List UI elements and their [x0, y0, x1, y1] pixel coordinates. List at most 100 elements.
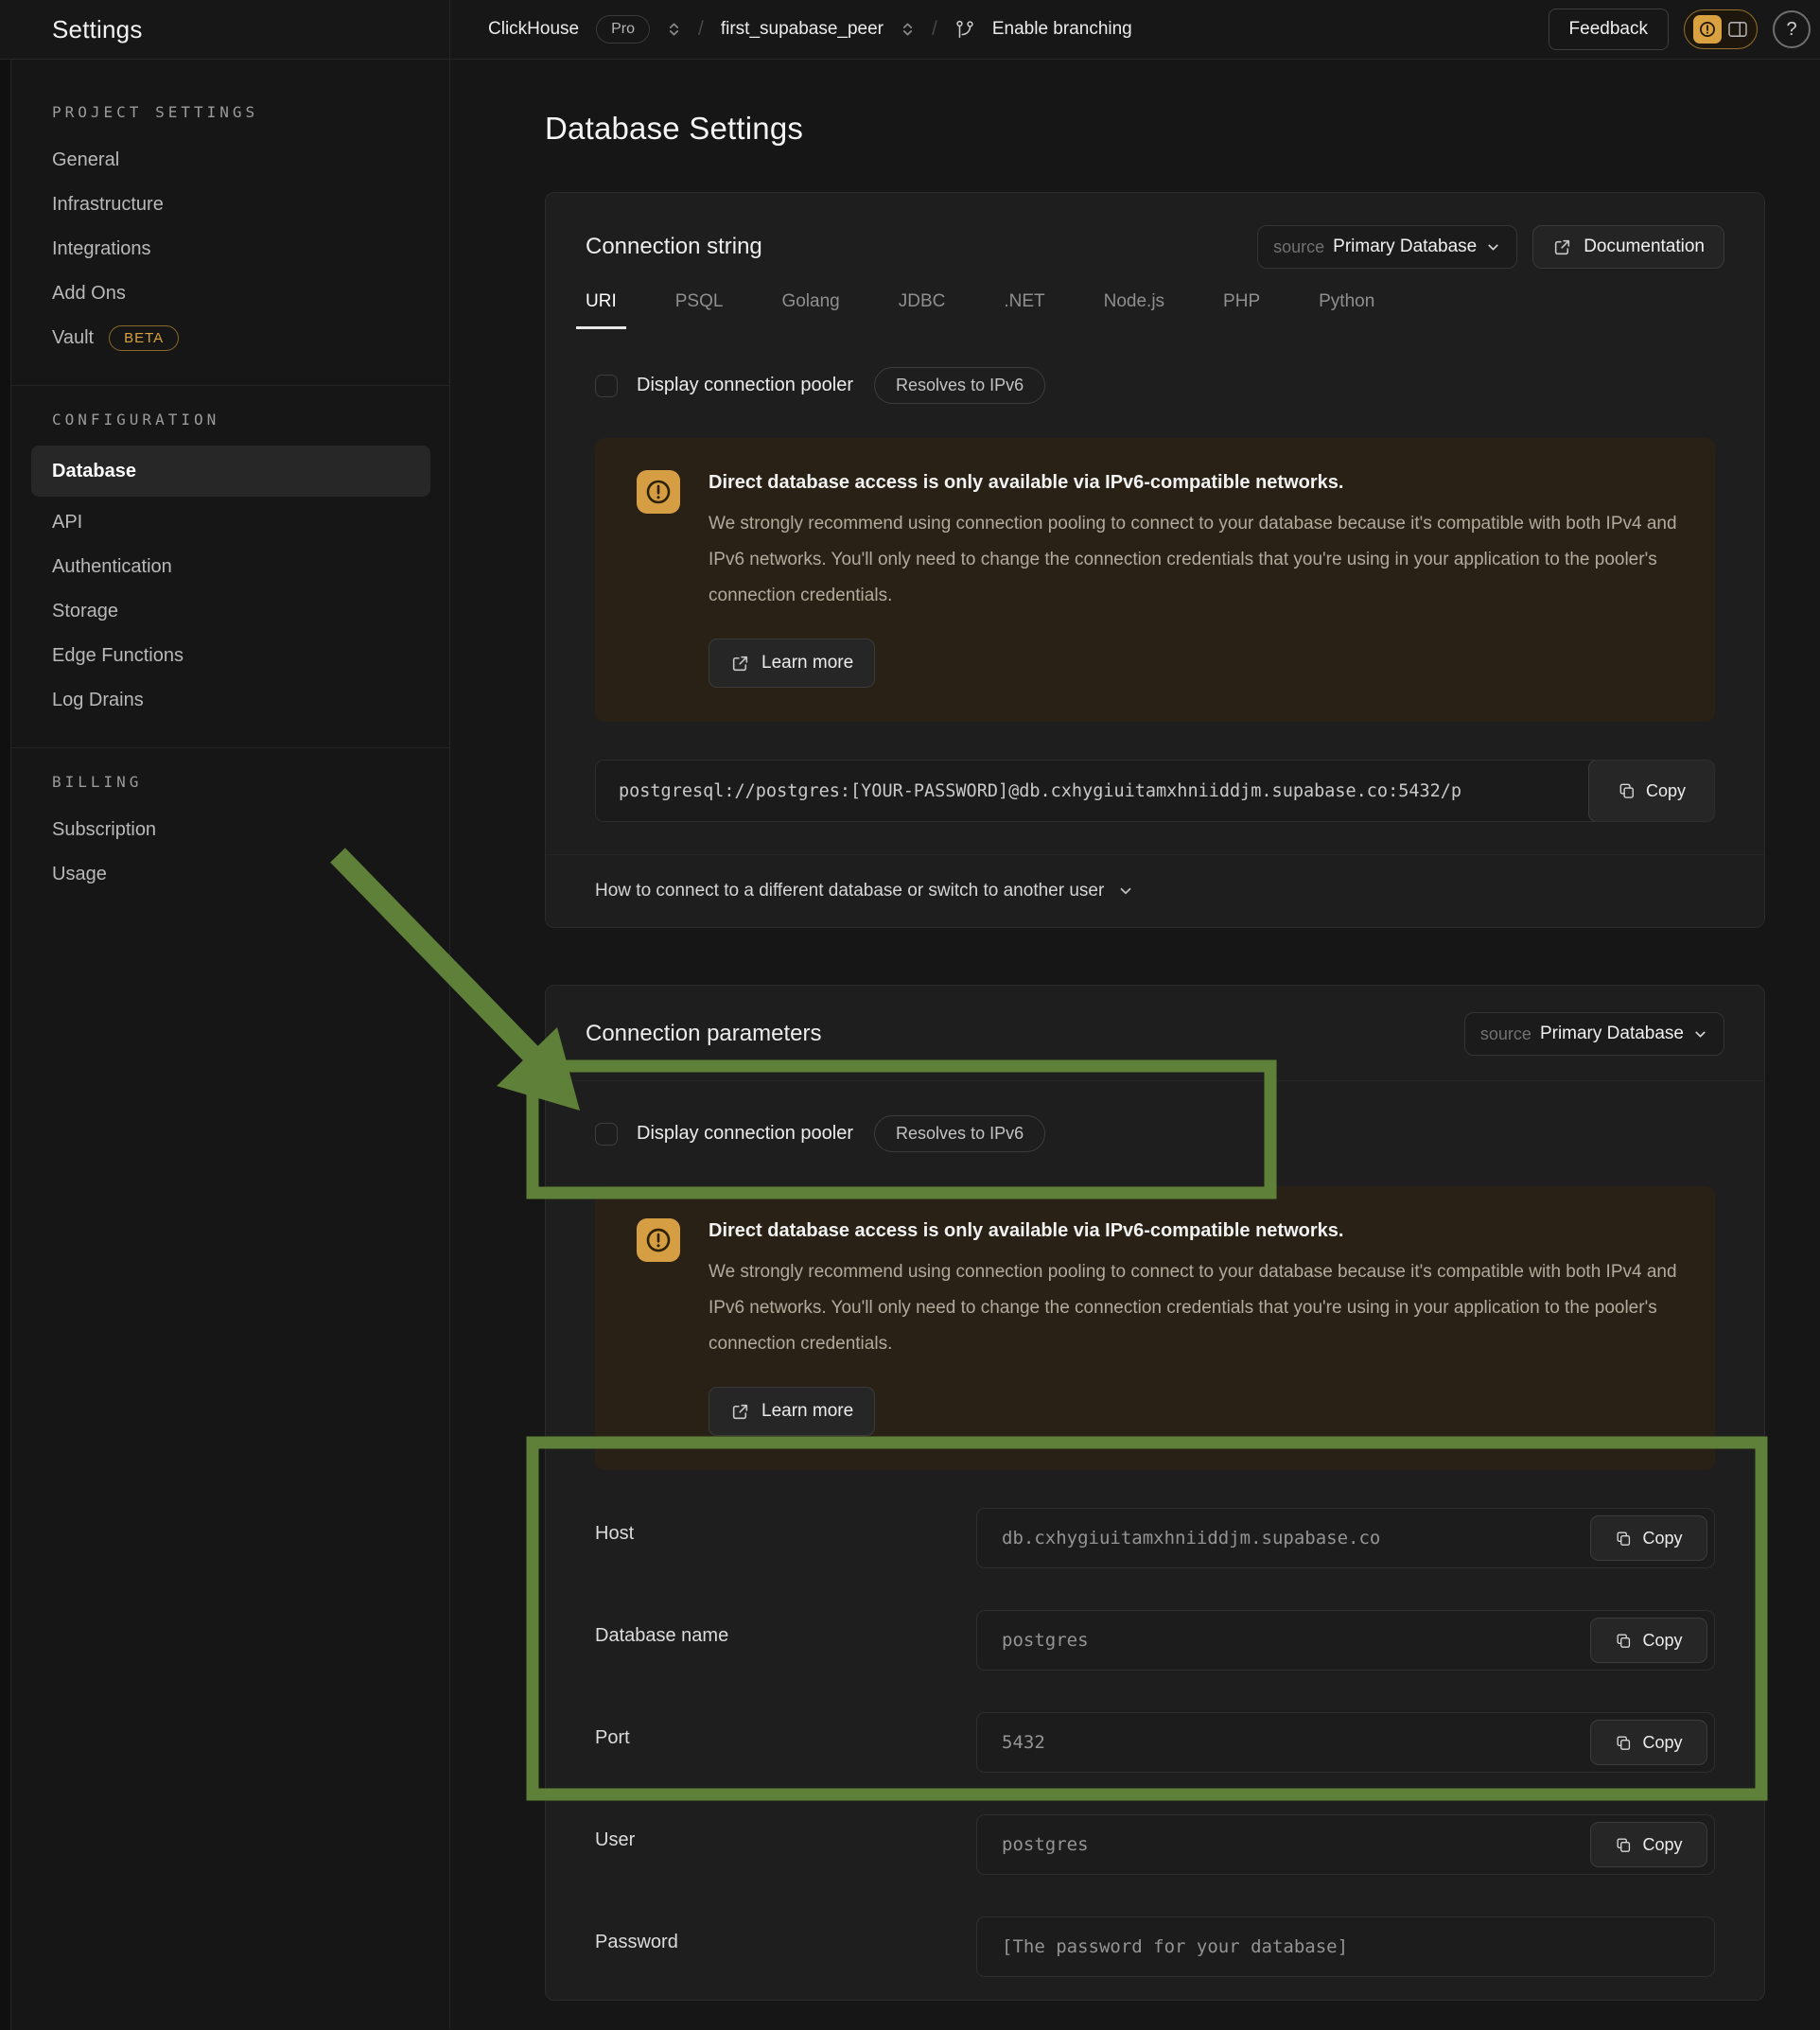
tab-psql[interactable]: PSQL: [666, 291, 733, 329]
alert-icon: [1693, 15, 1722, 44]
copy-host-button[interactable]: Copy: [1590, 1515, 1707, 1561]
page-section-title: Settings: [52, 15, 143, 44]
plan-badge: Pro: [596, 15, 650, 44]
display-connection-pooler-checkbox[interactable]: [595, 1123, 618, 1146]
documentation-button-label: Documentation: [1584, 236, 1705, 257]
user-input[interactable]: postgres Copy: [976, 1814, 1715, 1875]
sidebar-item-general[interactable]: General: [11, 138, 449, 183]
pooler-checkbox-label: Display connection pooler: [637, 1123, 853, 1145]
copy-icon: [1615, 1836, 1633, 1854]
chevron-up-down-icon[interactable]: [667, 20, 681, 39]
feedback-button[interactable]: Feedback: [1549, 9, 1669, 50]
breadcrumb: ClickHouse Pro / first_supabase_peer / E…: [450, 0, 1820, 59]
host-label: Host: [595, 1523, 976, 1545]
sidebar-section-header-configuration: CONFIGURATION: [52, 411, 449, 429]
copy-icon: [1615, 1530, 1633, 1548]
copy-icon: [1615, 1632, 1633, 1650]
tab-golang[interactable]: Golang: [772, 291, 849, 329]
sidebar-item-log-drains[interactable]: Log Drains: [11, 678, 449, 723]
sidebar-divider: [11, 385, 449, 386]
copy-port-button[interactable]: Copy: [1590, 1720, 1707, 1765]
ipv6-notice: Direct database access is only available…: [595, 1186, 1715, 1470]
password-placeholder: [The password for your database]: [1002, 1936, 1348, 1957]
password-input[interactable]: [The password for your database]: [976, 1916, 1715, 1977]
notice-content: Direct database access is only available…: [709, 470, 1677, 688]
copy-button-label: Copy: [1646, 781, 1686, 801]
settings-sidebar: PROJECT SETTINGS General Infrastructure …: [11, 60, 450, 2029]
port-value: 5432: [1002, 1732, 1045, 1753]
source-select-label: source: [1273, 237, 1324, 257]
sidebar-item-authentication[interactable]: Authentication: [11, 545, 449, 589]
panel-right-icon: [1727, 21, 1748, 38]
user-label: User: [595, 1829, 976, 1851]
user-field-row: User postgres Copy: [595, 1814, 1715, 1875]
chevron-up-down-icon[interactable]: [901, 20, 915, 39]
external-link-icon: [1552, 237, 1572, 257]
copy-icon: [1618, 781, 1636, 800]
notice-body: We strongly recommend using connection p…: [709, 1254, 1677, 1362]
git-branch-icon: [954, 19, 975, 40]
sidebar-item-edge-functions[interactable]: Edge Functions: [11, 634, 449, 678]
tab-uri[interactable]: URI: [576, 291, 626, 329]
connection-string-card: Connection string source Primary Databas…: [545, 192, 1765, 928]
sidebar-item-subscription[interactable]: Subscription: [11, 808, 449, 852]
tab-php[interactable]: PHP: [1214, 291, 1269, 329]
sidebar-item-integrations[interactable]: Integrations: [11, 227, 449, 271]
sidebar-item-storage[interactable]: Storage: [11, 589, 449, 634]
tab-python[interactable]: Python: [1309, 291, 1384, 329]
host-value: db.cxhygiuitamxhniiddjm.supabase.co: [1002, 1528, 1380, 1549]
source-select-value: Primary Database: [1540, 1024, 1684, 1044]
database-name-input[interactable]: postgres Copy: [976, 1610, 1715, 1671]
host-input[interactable]: db.cxhygiuitamxhniiddjm.supabase.co Copy: [976, 1508, 1715, 1568]
tab-nodejs[interactable]: Node.js: [1094, 291, 1174, 329]
breadcrumb-project[interactable]: first_supabase_peer: [721, 19, 884, 40]
copy-button-label: Copy: [1642, 1631, 1682, 1651]
connection-parameters-title: Connection parameters: [586, 1021, 821, 1047]
source-select-value: Primary Database: [1333, 236, 1477, 257]
sidebar-item-infrastructure[interactable]: Infrastructure: [11, 183, 449, 227]
connection-parameters-card: Connection parameters source Primary Dat…: [545, 985, 1765, 2001]
breadcrumb-separator: /: [932, 18, 937, 41]
user-value: postgres: [1002, 1834, 1089, 1855]
notice-content: Direct database access is only available…: [709, 1218, 1677, 1436]
tab-dotnet[interactable]: .NET: [994, 291, 1054, 329]
learn-more-button[interactable]: Learn more: [709, 1387, 875, 1436]
sidebar-section-header-project-settings: PROJECT SETTINGS: [52, 103, 449, 121]
breadcrumb-org[interactable]: ClickHouse: [488, 19, 579, 40]
connection-string-controls: source Primary Database Documentation: [1257, 225, 1724, 269]
copy-icon: [1615, 1734, 1633, 1752]
tab-jdbc[interactable]: JDBC: [889, 291, 955, 329]
display-connection-pooler-checkbox[interactable]: [595, 375, 618, 397]
help-icon[interactable]: ?: [1773, 10, 1811, 48]
source-select[interactable]: source Primary Database: [1257, 225, 1517, 269]
ipv6-notice: Direct database access is only available…: [595, 438, 1715, 722]
copy-user-button[interactable]: Copy: [1590, 1822, 1707, 1867]
source-select[interactable]: source Primary Database: [1464, 1012, 1724, 1056]
documentation-button[interactable]: Documentation: [1532, 225, 1724, 269]
learn-more-button[interactable]: Learn more: [709, 639, 875, 688]
sidebar-item-usage[interactable]: Usage: [11, 852, 449, 897]
connection-uri-field[interactable]: postgresql://postgres:[YOUR-PASSWORD]@db…: [595, 760, 1715, 822]
copy-uri-button[interactable]: Copy: [1588, 760, 1715, 822]
port-input[interactable]: 5432 Copy: [976, 1712, 1715, 1773]
enable-branching-button[interactable]: Enable branching: [992, 19, 1132, 40]
learn-more-label: Learn more: [761, 653, 853, 674]
copy-database-name-button[interactable]: Copy: [1590, 1618, 1707, 1663]
copy-button-label: Copy: [1642, 1733, 1682, 1753]
sidebar-item-database[interactable]: Database: [31, 446, 430, 497]
connection-string-title: Connection string: [586, 234, 762, 260]
project-status-button[interactable]: [1684, 9, 1758, 49]
pooler-row: Display connection pooler Resolves to IP…: [595, 367, 1715, 404]
warning-icon: [637, 1218, 680, 1262]
connection-parameters-body: Display connection pooler Resolves to IP…: [546, 1081, 1764, 2000]
sidebar-item-vault[interactable]: Vault BETA: [11, 316, 449, 360]
connection-string-tabs: URI PSQL Golang JDBC .NET Node.js PHP Py…: [546, 291, 1764, 329]
pooler-checkbox-label: Display connection pooler: [637, 375, 853, 396]
database-name-label: Database name: [595, 1625, 976, 1647]
sidebar-item-api[interactable]: API: [11, 500, 449, 545]
notice-title: Direct database access is only available…: [709, 470, 1677, 495]
external-link-icon: [730, 654, 750, 674]
connect-different-database-link[interactable]: How to connect to a different database o…: [546, 854, 1764, 927]
sidebar-item-add-ons[interactable]: Add Ons: [11, 271, 449, 316]
copy-button-label: Copy: [1642, 1835, 1682, 1855]
